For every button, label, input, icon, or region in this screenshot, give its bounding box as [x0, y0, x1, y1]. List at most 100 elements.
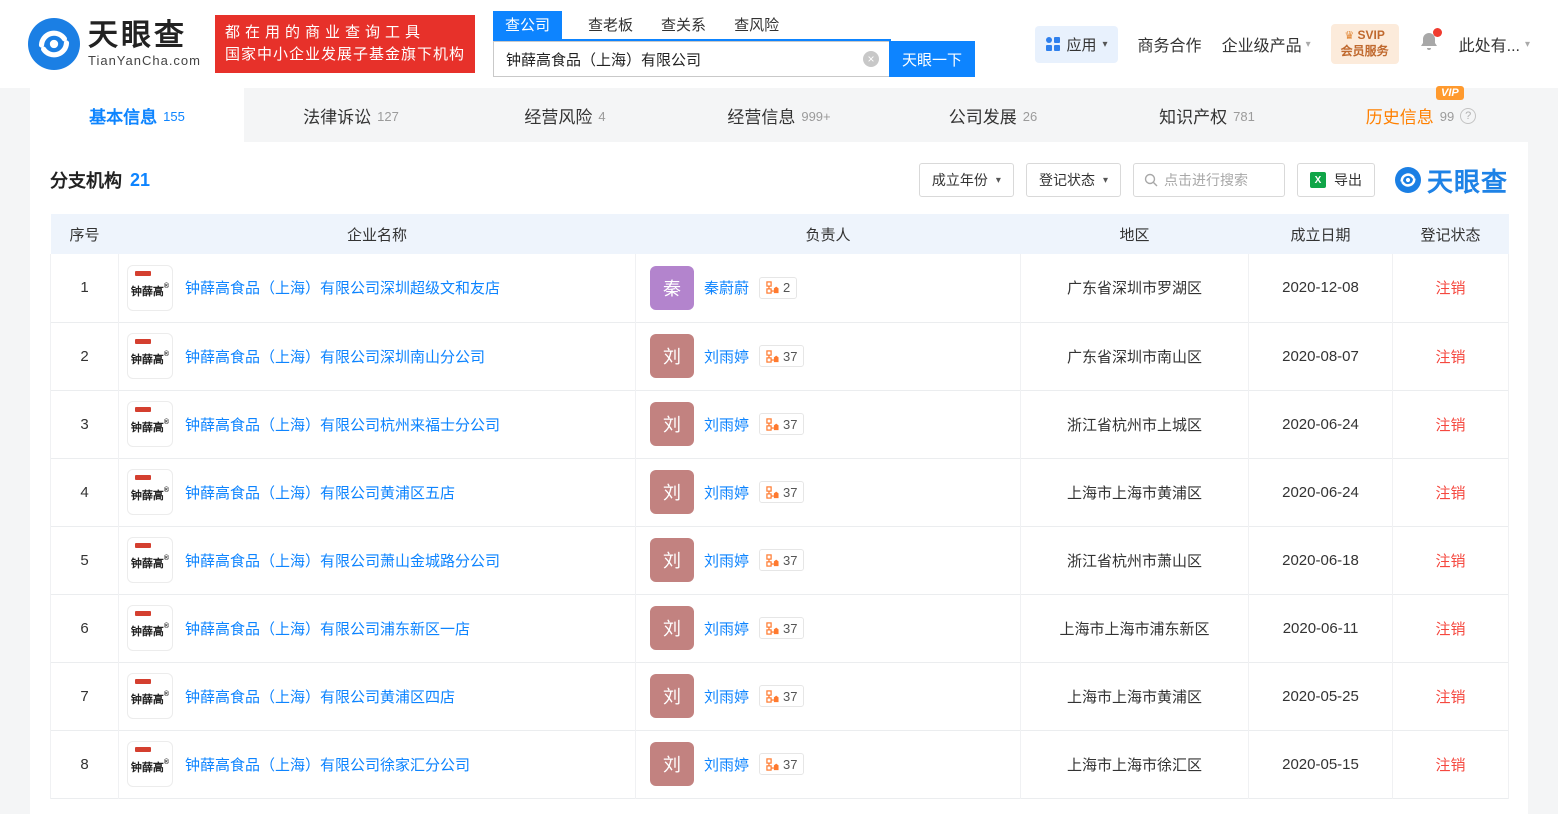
person-avatar[interactable]: 刘: [650, 606, 694, 650]
brand-tag: [135, 611, 151, 616]
company-name-link[interactable]: 钟薛高食品（上海）有限公司浦东新区一店: [185, 618, 470, 639]
user-menu[interactable]: 此处有... ▾: [1459, 32, 1530, 56]
vip-badge: VIP: [1436, 86, 1464, 100]
search-tab[interactable]: 查风险: [732, 11, 781, 39]
company-name-link[interactable]: 钟薛高食品（上海）有限公司黄浦区四店: [185, 686, 455, 707]
search-tab-label: 查老板: [588, 17, 633, 34]
clear-search-icon[interactable]: ×: [863, 51, 879, 67]
relationship-count-badge[interactable]: 37: [759, 549, 804, 571]
section-count: 21: [130, 170, 150, 191]
tab-count: 781: [1233, 109, 1255, 124]
tab-count: 26: [1023, 109, 1037, 124]
person-avatar[interactable]: 秦: [650, 266, 694, 310]
company-logo[interactable]: 钟薛高®: [127, 673, 173, 719]
business-cooperation-label: 商务合作: [1138, 32, 1202, 56]
nav-business-cooperation[interactable]: 商务合作: [1138, 32, 1202, 56]
company-logo[interactable]: 钟薛高®: [127, 401, 173, 447]
tab-count: 999+: [801, 109, 830, 124]
registration-status-filter[interactable]: 登记状态 ▾: [1026, 163, 1121, 197]
apps-button[interactable]: 应用 ▾: [1035, 26, 1118, 63]
company-name-link[interactable]: 钟薛高食品（上海）有限公司深圳南山分公司: [185, 346, 485, 367]
person-name-link[interactable]: 刘雨婷: [704, 482, 749, 503]
relationship-count-badge[interactable]: 37: [759, 617, 804, 639]
tab-count: 4: [598, 109, 605, 124]
export-label: 导出: [1334, 170, 1362, 190]
person-name-link[interactable]: 刘雨婷: [704, 550, 749, 571]
nav-enterprise-products[interactable]: 企业级产品 ▾: [1222, 32, 1311, 56]
person-avatar[interactable]: 刘: [650, 742, 694, 786]
brand-tag: [135, 271, 151, 276]
person-name-link[interactable]: 刘雨婷: [704, 618, 749, 639]
person-avatar[interactable]: 刘: [650, 538, 694, 582]
row-number: 7: [51, 662, 119, 730]
search-tab[interactable]: 查老板: [586, 11, 635, 39]
relationship-count-badge[interactable]: 37: [759, 481, 804, 503]
search-button[interactable]: 天眼一下: [889, 41, 975, 77]
person-name-link[interactable]: 刘雨婷: [704, 754, 749, 775]
export-button[interactable]: X 导出: [1297, 163, 1375, 197]
relationship-count: 37: [783, 417, 797, 432]
person-avatar[interactable]: 刘: [650, 402, 694, 446]
relationship-count-badge[interactable]: 2: [759, 277, 797, 299]
tab-count: 155: [163, 109, 185, 124]
tab-label: 知识产权: [1159, 108, 1227, 127]
search-tab[interactable]: 查公司: [493, 11, 562, 39]
notification-bell-icon[interactable]: [1419, 31, 1439, 58]
table-search-input[interactable]: 点击进行搜索: [1133, 163, 1285, 197]
tianyancha-logo-icon: [28, 18, 80, 70]
page-tab[interactable]: 公司发展 VIP 26 ?: [886, 88, 1100, 142]
grid-icon: [1045, 36, 1061, 52]
relationship-count-badge[interactable]: 37: [759, 413, 804, 435]
person-name-link[interactable]: 刘雨婷: [704, 414, 749, 435]
company-name-link[interactable]: 钟薛高食品（上海）有限公司萧山金城路分公司: [185, 550, 500, 571]
person-name-link[interactable]: 刘雨婷: [704, 686, 749, 707]
search-tab[interactable]: 查关系: [659, 11, 708, 39]
brand-tag: [135, 475, 151, 480]
person-avatar[interactable]: 刘: [650, 334, 694, 378]
page-tab[interactable]: 知识产权 VIP 781 ?: [1100, 88, 1314, 142]
company-logo[interactable]: 钟薛高®: [127, 605, 173, 651]
svip-member-badge[interactable]: ♛ SVIP 会员服务: [1331, 24, 1399, 63]
top-nav: 应用 ▾ 商务合作 企业级产品 ▾ ♛ SVIP 会员服务 此处有... ▾: [1035, 24, 1531, 63]
help-icon[interactable]: ?: [1460, 108, 1476, 124]
column-header: 成立日期: [1249, 214, 1393, 254]
status-cell: 注销: [1393, 526, 1509, 594]
company-logo[interactable]: 钟薛高®: [127, 537, 173, 583]
person-name-link[interactable]: 刘雨婷: [704, 346, 749, 367]
page-tab[interactable]: 基本信息 VIP 155 ?: [30, 88, 244, 142]
svip-service-label: 会员服务: [1341, 44, 1389, 60]
tab-label: 法律诉讼: [303, 108, 371, 127]
company-name-link[interactable]: 钟薛高食品（上海）有限公司黄浦区五店: [185, 482, 455, 503]
page-tab[interactable]: 经营信息 VIP 999+ ?: [672, 88, 886, 142]
person-name-link[interactable]: 秦蔚蔚: [704, 277, 749, 298]
company-name-link[interactable]: 钟薛高食品（上海）有限公司徐家汇分公司: [185, 754, 470, 775]
relationship-count-badge[interactable]: 37: [759, 753, 804, 775]
search-input[interactable]: [493, 41, 889, 77]
company-logo[interactable]: 钟薛高®: [127, 741, 173, 787]
page-tab[interactable]: 历史信息 VIP 99 ?: [1314, 88, 1528, 142]
row-number: 6: [51, 594, 119, 662]
section-header: 分支机构 21 成立年份 ▾ 登记状态 ▾ 点击进行搜索 X 导出: [50, 162, 1508, 198]
company-logo[interactable]: 钟薛高®: [127, 265, 173, 311]
company-logo[interactable]: 钟薛高®: [127, 333, 173, 379]
page-tab[interactable]: 法律诉讼 VIP 127 ?: [244, 88, 458, 142]
relationship-count-badge[interactable]: 37: [759, 345, 804, 367]
person-avatar[interactable]: 刘: [650, 470, 694, 514]
tab-label: 经营风险: [524, 108, 592, 127]
section-title: 分支机构: [50, 167, 122, 193]
tianyancha-watermark: 天眼查: [1395, 162, 1508, 199]
company-name-link[interactable]: 钟薛高食品（上海）有限公司杭州来福士分公司: [185, 414, 500, 435]
company-name-link[interactable]: 钟薛高食品（上海）有限公司深圳超级文和友店: [185, 277, 500, 298]
crown-icon: ♛: [1344, 30, 1354, 42]
relationship-count: 37: [783, 485, 797, 500]
company-logo[interactable]: 钟薛高®: [127, 469, 173, 515]
founded-year-filter[interactable]: 成立年份 ▾: [919, 163, 1014, 197]
tianyancha-logo[interactable]: 天眼查 TianYanCha.com: [28, 18, 201, 70]
person-avatar[interactable]: 刘: [650, 674, 694, 718]
brand-logo-text: 钟薛高®: [131, 419, 169, 435]
org-chart-icon: [766, 758, 779, 771]
page-tab[interactable]: 经营风险 VIP 4 ?: [458, 88, 672, 142]
relationship-count-badge[interactable]: 37: [759, 685, 804, 707]
registration-status-label: 登记状态: [1039, 170, 1095, 190]
chevron-down-icon: ▾: [1306, 39, 1311, 50]
